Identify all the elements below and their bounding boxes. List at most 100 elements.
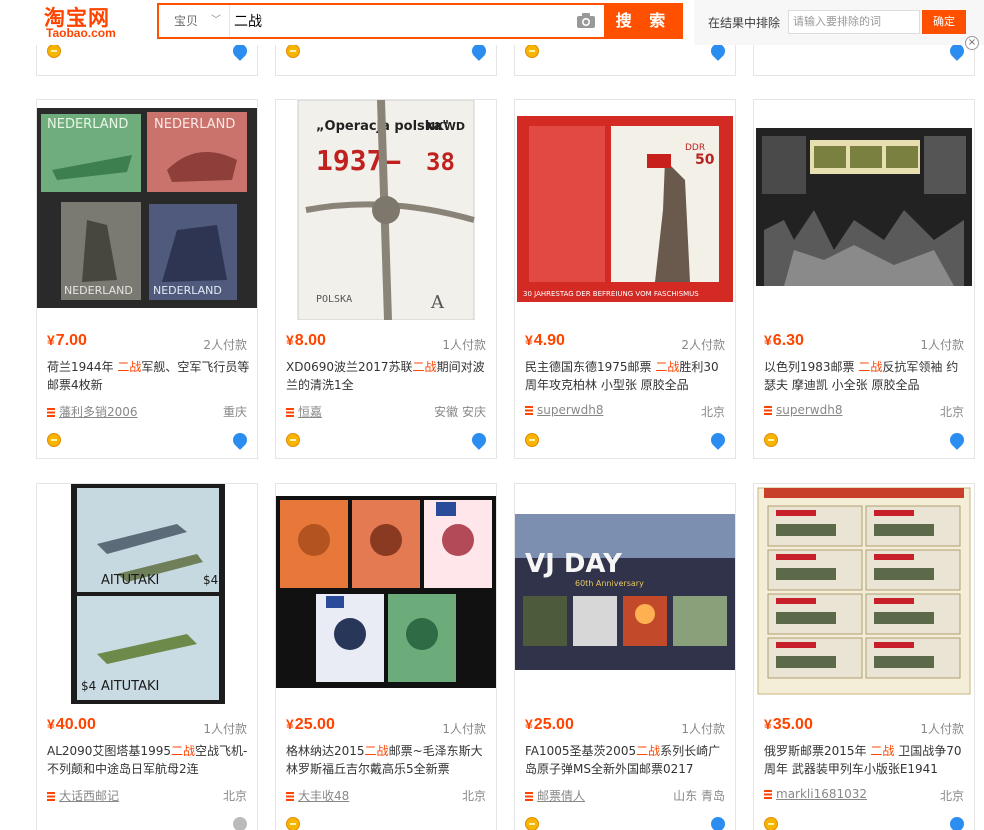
- item-image[interactable]: [754, 100, 974, 320]
- item-location: 安徽 安庆: [434, 405, 486, 419]
- item-title[interactable]: AL2090艾图塔基1995二战空战飞机-不列颠和中途岛日军航母2连: [47, 742, 252, 778]
- item-card[interactable]: DDR 50 30 JAHRESTAG DER BEFREIUNG VOM FA…: [514, 99, 736, 459]
- item-card[interactable]: ¥6.30 1人付款 以色列1983邮票 二战反抗军领袖 约瑟夫 摩迪凯 小全张…: [753, 99, 975, 459]
- wangwang-icon[interactable]: [947, 814, 967, 830]
- item-card[interactable]: ¥35.00 1人付款 俄罗斯邮票2015年 二战 卫国战争70周年 武器装甲列…: [753, 483, 975, 830]
- svg-text:$4: $4: [81, 679, 96, 693]
- item-title[interactable]: 俄罗斯邮票2015年 二战 卫国战争70周年 武器装甲列车小版张E1941: [764, 742, 969, 778]
- gold-seller-icon: [764, 433, 778, 447]
- item-card[interactable]: VJ DAY 60th Anniversary ¥25.00 1人付款 FA10…: [514, 483, 736, 830]
- logo-text-en: Taobao.com: [46, 26, 116, 40]
- item-card[interactable]: NEDERLAND NEDERLAND NEDERLAND NEDERLAND …: [36, 99, 258, 459]
- svg-text:POLSKA: POLSKA: [316, 294, 352, 305]
- shop-link[interactable]: 恒嘉: [286, 403, 322, 420]
- shop-icon: [286, 408, 294, 417]
- shop-link[interactable]: 邮票倩人: [525, 787, 585, 804]
- wangwang-icon[interactable]: [708, 430, 728, 450]
- svg-text:NEDERLAND: NEDERLAND: [47, 117, 128, 132]
- item-title[interactable]: 荷兰1944年 二战军舰、空军飞行员等邮票4枚新: [47, 358, 252, 394]
- item-title[interactable]: 格林纳达2015二战邮票~毛泽东斯大林罗斯福丘吉尔戴高乐5全新票: [286, 742, 491, 778]
- search-bar: 宝贝 ﹀ 搜 索: [157, 3, 683, 39]
- header: 淘宝网 Taobao.com 宝贝 ﹀ 搜 索 在结果中排除 请输入要排除的词 …: [0, 0, 984, 45]
- shop-icon: [47, 792, 55, 801]
- gold-seller-icon: [525, 817, 539, 830]
- camera-icon[interactable]: [577, 13, 595, 28]
- svg-text:NKWD: NKWD: [426, 120, 465, 133]
- item-title[interactable]: FA1005圣基茨2005二战系列长崎广岛原子弹MS全新外国邮票0217: [525, 742, 730, 778]
- wangwang-icon[interactable]: [947, 430, 967, 450]
- svg-text:VJ DAY: VJ DAY: [525, 549, 623, 579]
- gold-seller-icon: [47, 433, 61, 447]
- item-card[interactable]: „Operacja polska" NKWD 1937– 38 POLSKA A…: [275, 99, 497, 459]
- shop-icon: [286, 792, 294, 801]
- item-image[interactable]: [754, 484, 974, 704]
- gold-seller-icon: [286, 433, 300, 447]
- shop-icon: [47, 408, 55, 417]
- item-title[interactable]: XD0690波兰2017苏联二战期间对波兰的清洗1全: [286, 358, 491, 394]
- exclude-input[interactable]: 请输入要排除的词: [788, 10, 920, 34]
- wangwang-icon[interactable]: [230, 814, 250, 830]
- item-image[interactable]: VJ DAY 60th Anniversary: [515, 484, 735, 704]
- item-location: 北京: [939, 405, 964, 419]
- item-title[interactable]: 以色列1983邮票 二战反抗军领袖 约瑟夫 摩迪凯 小全张 原胶全品: [764, 358, 969, 394]
- search-input[interactable]: [229, 5, 575, 37]
- svg-text:30 JAHRESTAG DER BEFREIUNG VOM: 30 JAHRESTAG DER BEFREIUNG VOM FASCHISMU…: [523, 290, 699, 298]
- close-icon[interactable]: ×: [965, 36, 979, 50]
- item-location: 山东 青岛: [673, 789, 725, 803]
- item-image[interactable]: „Operacja polska" NKWD 1937– 38 POLSKA A: [276, 100, 496, 320]
- svg-text:AITUTAKI: AITUTAKI: [101, 573, 159, 588]
- svg-text:AITUTAKI: AITUTAKI: [101, 679, 159, 694]
- gold-seller-icon: [286, 44, 300, 58]
- item-location: 北京: [700, 405, 725, 419]
- shop-link[interactable]: 大丰收48: [286, 787, 349, 804]
- wangwang-icon[interactable]: [469, 430, 489, 450]
- gold-seller-icon: [47, 44, 61, 58]
- item-card[interactable]: ¥25.00 1人付款 格林纳达2015二战邮票~毛泽东斯大林罗斯福丘吉尔戴高乐…: [275, 483, 497, 830]
- item-location: 重庆: [222, 405, 247, 419]
- taobao-logo[interactable]: 淘宝网 Taobao.com: [44, 2, 134, 42]
- search-button[interactable]: 搜 索: [604, 3, 683, 39]
- item-location: 北京: [222, 789, 247, 803]
- svg-text:38: 38: [426, 148, 455, 176]
- item-image[interactable]: DDR 50 30 JAHRESTAG DER BEFREIUNG VOM FA…: [515, 100, 735, 320]
- svg-text:NEDERLAND: NEDERLAND: [64, 284, 133, 297]
- wangwang-icon[interactable]: [230, 430, 250, 450]
- shop-link[interactable]: superwdh8: [525, 403, 603, 417]
- shop-link[interactable]: markli1681032: [764, 787, 867, 801]
- shop-icon: [764, 790, 772, 799]
- shop-link[interactable]: 藩利多销2006: [47, 403, 138, 420]
- shop-link[interactable]: 大话西邮记: [47, 787, 119, 804]
- exclude-panel: 在结果中排除 请输入要排除的词 确定: [694, 0, 984, 45]
- exclude-label: 在结果中排除: [708, 16, 781, 30]
- item-price: ¥25.00: [286, 716, 335, 733]
- shop-icon: [764, 406, 772, 415]
- wangwang-icon[interactable]: [708, 814, 728, 830]
- item-price: ¥4.90: [525, 332, 565, 349]
- item-image[interactable]: AITUTAKI AITUTAKI $4 $4: [37, 484, 257, 704]
- item-title[interactable]: 民主德国东德1975邮票 二战胜利30周年攻克柏林 小型张 原胶全品: [525, 358, 730, 394]
- item-location: 北京: [461, 789, 486, 803]
- exclude-confirm-button[interactable]: 确定: [922, 10, 966, 34]
- svg-text:NEDERLAND: NEDERLAND: [154, 117, 235, 132]
- gold-seller-icon: [764, 817, 778, 830]
- item-price: ¥8.00: [286, 332, 326, 349]
- item-price: ¥7.00: [47, 332, 87, 349]
- search-category-select[interactable]: 宝贝 ﹀: [159, 5, 229, 37]
- svg-text:NEDERLAND: NEDERLAND: [153, 284, 222, 297]
- item-paid-count: 2人付款: [681, 338, 725, 352]
- svg-text:$4: $4: [203, 573, 218, 587]
- svg-text:1937–: 1937–: [316, 144, 400, 177]
- item-paid-count: 1人付款: [681, 722, 725, 736]
- item-image[interactable]: NEDERLAND NEDERLAND NEDERLAND NEDERLAND: [37, 100, 257, 320]
- item-card[interactable]: AITUTAKI AITUTAKI $4 $4 ¥40.00 1人付款 AL20…: [36, 483, 258, 830]
- shop-link[interactable]: superwdh8: [764, 403, 842, 417]
- item-location: 北京: [939, 789, 964, 803]
- svg-text:A: A: [430, 292, 445, 313]
- item-image[interactable]: [276, 484, 496, 704]
- item-paid-count: 1人付款: [920, 722, 964, 736]
- item-price: ¥40.00: [47, 716, 96, 733]
- item-price: ¥35.00: [764, 716, 813, 733]
- chevron-down-icon: ﹀: [211, 15, 221, 26]
- search-category-label: 宝贝: [174, 14, 199, 28]
- item-price: ¥6.30: [764, 332, 804, 349]
